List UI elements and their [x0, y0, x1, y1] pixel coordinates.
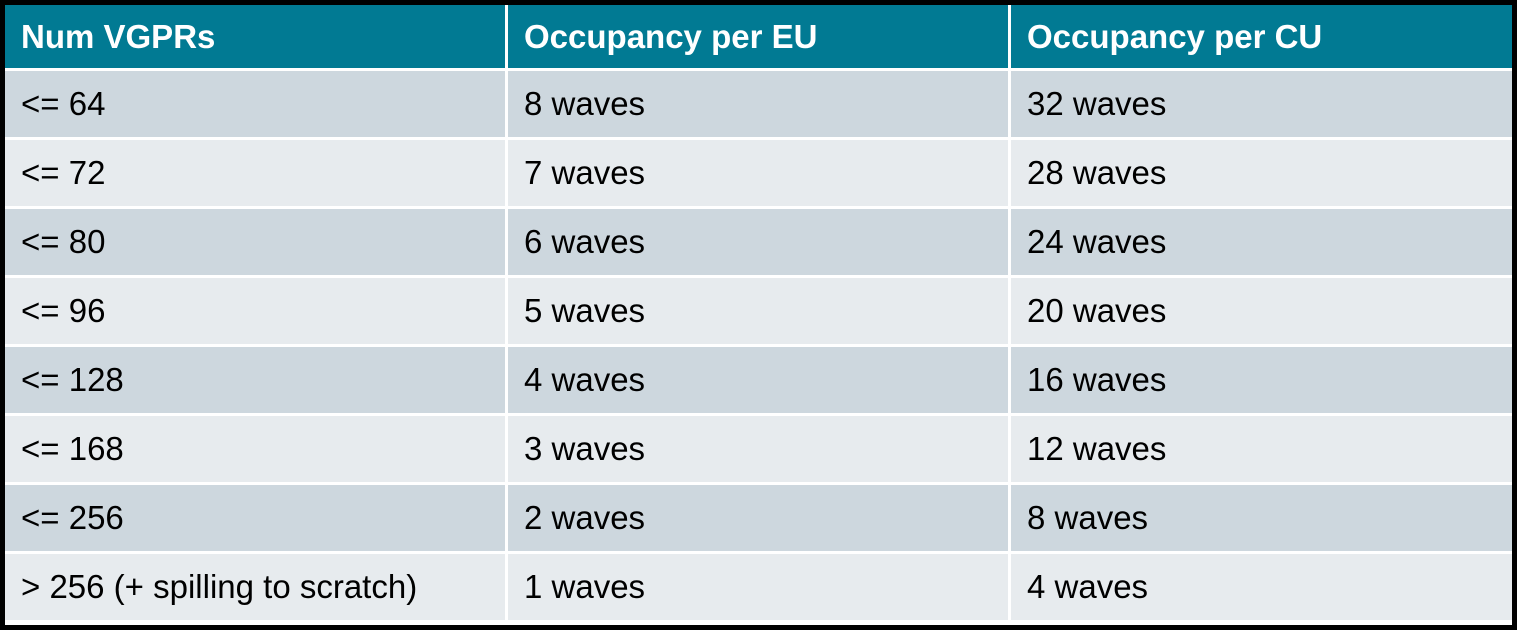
- table-row: > 256 (+ spilling to scratch) 1 waves 4 …: [5, 554, 1512, 620]
- cell-num-vgprs: <= 80: [5, 209, 505, 275]
- table-row: <= 168 3 waves 12 waves: [5, 416, 1512, 482]
- table-row: <= 80 6 waves 24 waves: [5, 209, 1512, 275]
- cell-occupancy-per-cu: 20 waves: [1011, 278, 1512, 344]
- cell-occupancy-per-cu: 8 waves: [1011, 485, 1512, 551]
- cell-occupancy-per-cu: 28 waves: [1011, 140, 1512, 206]
- cell-num-vgprs: <= 64: [5, 71, 505, 137]
- cell-occupancy-per-eu: 6 waves: [508, 209, 1008, 275]
- table-row: <= 72 7 waves 28 waves: [5, 140, 1512, 206]
- table-header-row: Num VGPRs Occupancy per EU Occupancy per…: [5, 5, 1512, 68]
- cell-num-vgprs: <= 168: [5, 416, 505, 482]
- cell-occupancy-per-cu: 4 waves: [1011, 554, 1512, 620]
- cell-occupancy-per-cu: 16 waves: [1011, 347, 1512, 413]
- table-row: <= 96 5 waves 20 waves: [5, 278, 1512, 344]
- column-header-occupancy-per-cu: Occupancy per CU: [1011, 5, 1512, 68]
- cell-occupancy-per-cu: 12 waves: [1011, 416, 1512, 482]
- cell-num-vgprs: <= 256: [5, 485, 505, 551]
- cell-occupancy-per-eu: 8 waves: [508, 71, 1008, 137]
- cell-occupancy-per-eu: 2 waves: [508, 485, 1008, 551]
- cell-occupancy-per-cu: 32 waves: [1011, 71, 1512, 137]
- column-header-occupancy-per-eu: Occupancy per EU: [508, 5, 1008, 68]
- occupancy-table-container: Num VGPRs Occupancy per EU Occupancy per…: [5, 5, 1512, 625]
- table-row: <= 128 4 waves 16 waves: [5, 347, 1512, 413]
- column-header-num-vgprs: Num VGPRs: [5, 5, 505, 68]
- cell-occupancy-per-eu: 7 waves: [508, 140, 1008, 206]
- cell-occupancy-per-eu: 5 waves: [508, 278, 1008, 344]
- cell-occupancy-per-eu: 1 waves: [508, 554, 1008, 620]
- cell-occupancy-per-eu: 4 waves: [508, 347, 1008, 413]
- cell-num-vgprs: <= 128: [5, 347, 505, 413]
- cell-occupancy-per-eu: 3 waves: [508, 416, 1008, 482]
- table-row: <= 64 8 waves 32 waves: [5, 71, 1512, 137]
- cell-occupancy-per-cu: 24 waves: [1011, 209, 1512, 275]
- cell-num-vgprs: > 256 (+ spilling to scratch): [5, 554, 505, 620]
- cell-num-vgprs: <= 72: [5, 140, 505, 206]
- cell-num-vgprs: <= 96: [5, 278, 505, 344]
- table-row: <= 256 2 waves 8 waves: [5, 485, 1512, 551]
- vgpr-occupancy-table: Num VGPRs Occupancy per EU Occupancy per…: [2, 2, 1515, 623]
